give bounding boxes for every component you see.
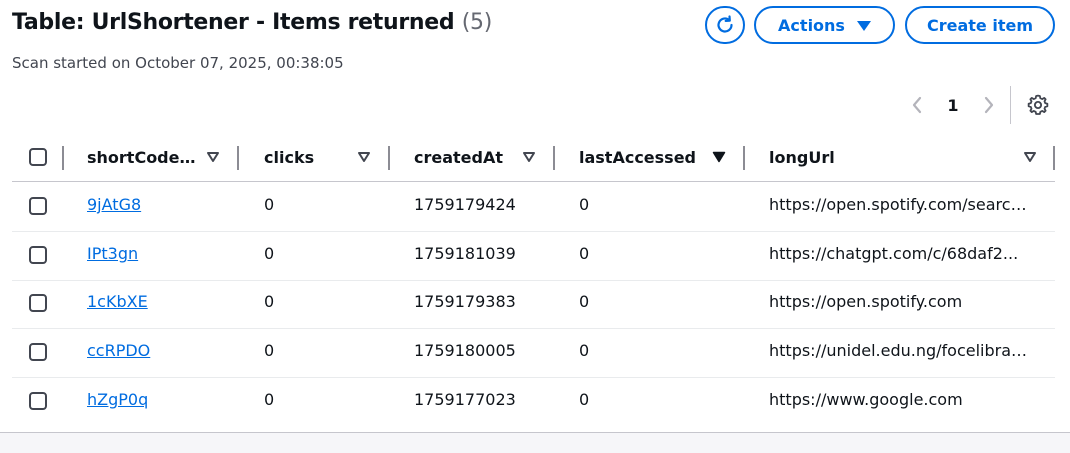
- shortcode-link[interactable]: IPt3gn: [87, 244, 227, 263]
- page-background-strip: [0, 433, 1070, 453]
- chevron-right-icon: [984, 96, 994, 114]
- clicks-cell: 0: [264, 195, 275, 214]
- row-divider: [12, 280, 1055, 281]
- shortcode-link[interactable]: 9jAtG8: [87, 195, 227, 214]
- sort-caret-icon[interactable]: [357, 151, 371, 163]
- createdat-cell: 1759179424: [414, 195, 516, 214]
- row-divider: [12, 328, 1055, 329]
- caret-down-icon: [856, 21, 871, 31]
- createdat-cell: 1759177023: [414, 390, 516, 409]
- clicks-cell: 0: [264, 341, 275, 360]
- actions-label: Actions: [778, 15, 845, 35]
- row-checkbox[interactable]: [29, 294, 47, 312]
- sort-caret-icon[interactable]: [522, 151, 536, 163]
- column-separator: [388, 146, 390, 170]
- header-divider: [12, 181, 1055, 182]
- lastaccessed-cell: 0: [579, 390, 590, 409]
- actions-button[interactable]: Actions: [754, 6, 895, 44]
- row-checkbox[interactable]: [29, 343, 47, 361]
- createdat-cell: 1759179383: [414, 292, 516, 311]
- preferences-button[interactable]: [1025, 92, 1051, 118]
- shortcode-link[interactable]: 1cKbXE: [87, 292, 227, 311]
- row-divider: [12, 231, 1055, 232]
- row-checkbox[interactable]: [29, 197, 47, 215]
- previous-page-button[interactable]: [906, 90, 928, 120]
- clicks-cell: 0: [264, 390, 275, 409]
- column-separator: [743, 146, 745, 170]
- pagination-divider: [1010, 86, 1011, 124]
- row-checkbox[interactable]: [29, 392, 47, 410]
- column-separator: [62, 146, 64, 170]
- shortcode-link[interactable]: ccRPDO: [87, 341, 227, 360]
- longurl-cell: https://chatgpt.com/c/68daf2...: [769, 244, 1019, 263]
- sort-caret-icon[interactable]: [1023, 151, 1037, 163]
- lastaccessed-cell: 0: [579, 292, 590, 311]
- clicks-cell: 0: [264, 292, 275, 311]
- sort-caret-icon[interactable]: [206, 151, 220, 163]
- longurl-cell: https://open.spotify.com/search/...: [769, 195, 1029, 214]
- refresh-icon: [717, 15, 733, 33]
- clicks-cell: 0: [264, 244, 275, 263]
- column-header-shortcode[interactable]: shortCode...: [87, 146, 197, 170]
- createdat-cell: 1759181039: [414, 244, 516, 263]
- create-item-button[interactable]: Create item: [905, 6, 1055, 44]
- page-title: Table: UrlShortener - Items returned (5): [12, 10, 492, 35]
- longurl-cell: https://open.spotify.com: [769, 292, 963, 311]
- column-header-clicks[interactable]: clicks: [264, 146, 344, 170]
- scan-timestamp: Scan started on October 07, 2025, 00:38:…: [12, 54, 344, 72]
- row-divider: [12, 377, 1055, 378]
- shortcode-link[interactable]: hZgP0q: [87, 390, 227, 409]
- page-number-button[interactable]: 1: [942, 90, 964, 120]
- column-header-lastaccessed[interactable]: lastAccessed: [579, 146, 699, 170]
- refresh-button[interactable]: [705, 6, 745, 44]
- next-page-button[interactable]: [978, 90, 1000, 120]
- column-separator: [553, 146, 555, 170]
- select-all-checkbox[interactable]: [29, 148, 47, 166]
- longurl-cell: https://www.google.com: [769, 390, 963, 409]
- lastaccessed-cell: 0: [579, 244, 590, 263]
- gear-icon: [1027, 94, 1049, 115]
- title-text: Table: UrlShortener - Items returned: [12, 10, 455, 35]
- column-header-longurl[interactable]: longUrl: [769, 146, 969, 170]
- chevron-left-icon: [912, 96, 922, 114]
- lastaccessed-cell: 0: [579, 341, 590, 360]
- sort-caret-icon-active[interactable]: [712, 151, 726, 163]
- longurl-cell: https://unidel.edu.ng/focelibrary...: [769, 341, 1029, 360]
- column-separator: [1053, 146, 1055, 170]
- createdat-cell: 1759180005: [414, 341, 516, 360]
- column-header-createdat[interactable]: createdAt: [414, 146, 514, 170]
- items-count: (5): [461, 10, 493, 35]
- lastaccessed-cell: 0: [579, 195, 590, 214]
- column-separator: [237, 146, 239, 170]
- items-panel: Table: UrlShortener - Items returned (5)…: [0, 0, 1070, 433]
- row-checkbox[interactable]: [29, 246, 47, 264]
- create-item-label: Create item: [926, 15, 1033, 35]
